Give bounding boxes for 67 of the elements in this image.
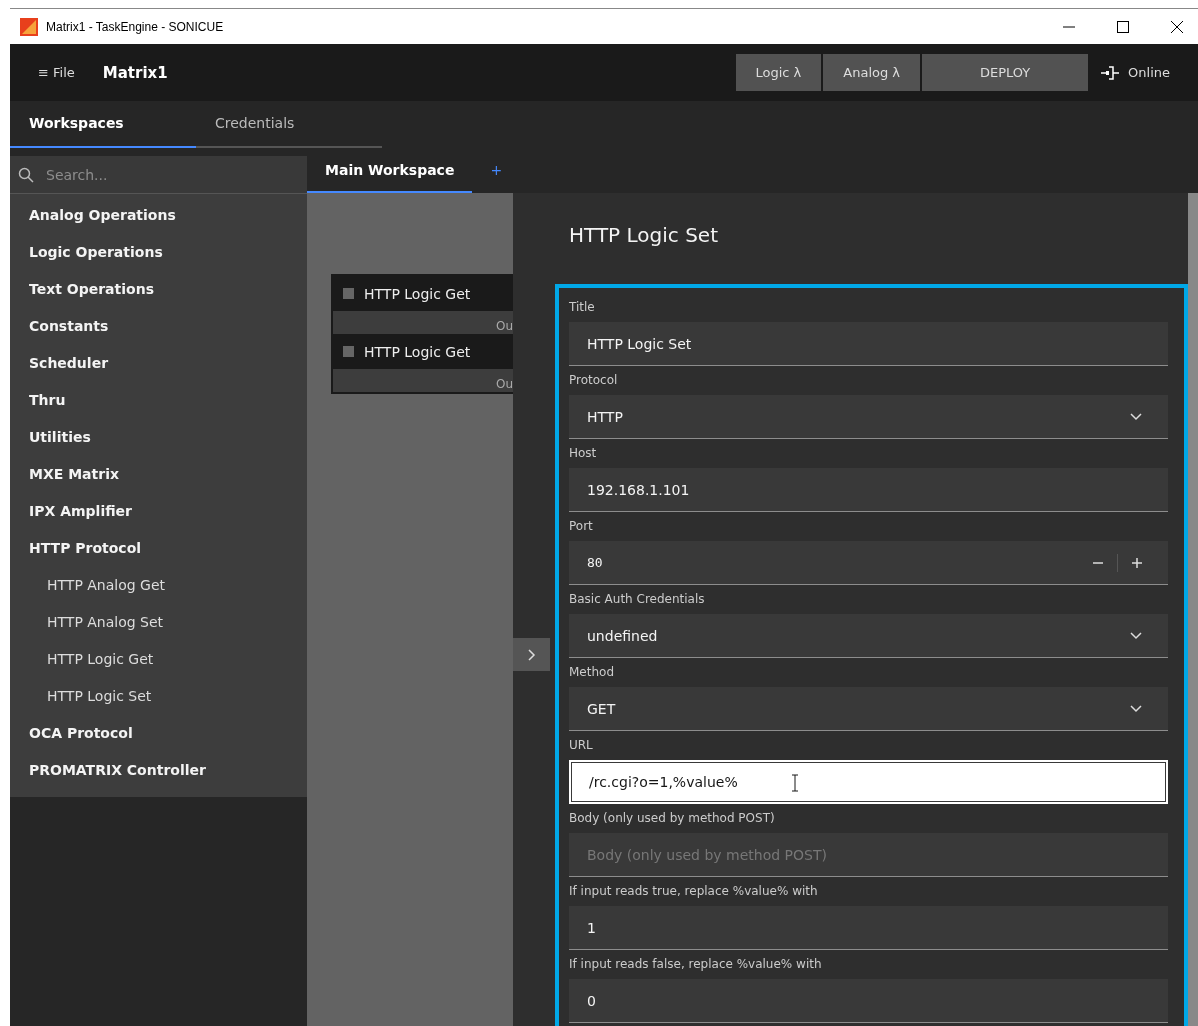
panel-title: HTTP Logic Set bbox=[569, 223, 719, 249]
category-item[interactable]: Utilities bbox=[10, 419, 307, 456]
category-item[interactable]: PROMATRIX Controller bbox=[10, 752, 307, 789]
port-label: Ou bbox=[495, 377, 513, 391]
node-type-item[interactable]: HTTP Analog Set bbox=[10, 604, 307, 641]
chevron-right-icon bbox=[527, 648, 536, 661]
category-item[interactable]: Text Operations bbox=[10, 271, 307, 308]
chevron-down-icon bbox=[1130, 631, 1142, 640]
node-type-item[interactable]: HTTP Logic Get bbox=[10, 641, 307, 678]
file-menu[interactable]: ≡ File bbox=[10, 65, 75, 80]
node-title: HTTP Logic Get bbox=[364, 343, 471, 360]
category-item[interactable]: Logic Operations bbox=[10, 234, 307, 271]
field-label: Title bbox=[569, 300, 596, 316]
category-item[interactable]: MXE Matrix bbox=[10, 456, 307, 493]
field-label: URL bbox=[569, 738, 594, 754]
expand-button[interactable] bbox=[513, 638, 550, 671]
field-label: Method bbox=[569, 665, 615, 681]
category-item[interactable]: Constants bbox=[10, 308, 307, 345]
tab[interactable]: Workspaces bbox=[10, 101, 196, 148]
field-label: Host bbox=[569, 446, 598, 462]
input-field[interactable]: HTTP Logic Set bbox=[569, 322, 1168, 366]
field-label: Basic Auth Credentials bbox=[569, 592, 706, 608]
workspace-tab[interactable]: + bbox=[472, 148, 521, 193]
chevron-down-icon bbox=[1130, 704, 1142, 713]
node-type-item[interactable]: HTTP Logic Set bbox=[10, 678, 307, 715]
category-item[interactable]: IPX Amplifier bbox=[10, 493, 307, 530]
node-type-item[interactable]: HTTP Analog Get bbox=[10, 567, 307, 604]
node-title: HTTP Logic Get bbox=[364, 285, 471, 302]
tab[interactable]: Credentials bbox=[196, 101, 382, 148]
maximize-icon[interactable] bbox=[1116, 19, 1130, 34]
connection-status: Online bbox=[1128, 65, 1170, 80]
toolbar-button[interactable]: Analog λ bbox=[823, 54, 921, 91]
search-icon bbox=[18, 166, 34, 183]
input-field[interactable]: 192.168.1.101 bbox=[569, 468, 1168, 512]
input-field[interactable]: 1 bbox=[569, 906, 1168, 950]
field-label: If input reads true, replace %value% with bbox=[569, 884, 819, 900]
category-item[interactable]: Thru bbox=[10, 382, 307, 419]
window-title: Matrix1 - TaskEngine - SONICUE bbox=[46, 19, 224, 34]
category-item[interactable]: HTTP Protocol bbox=[10, 530, 307, 567]
toolbar-button[interactable]: DEPLOY bbox=[922, 54, 1089, 91]
toolbar-button[interactable]: Logic λ bbox=[735, 54, 822, 91]
chevron-down-icon bbox=[1130, 412, 1142, 421]
field-label: Protocol bbox=[569, 373, 619, 389]
search-input[interactable]: Search... bbox=[44, 165, 288, 184]
plus-icon[interactable] bbox=[1132, 557, 1142, 568]
field-label: If input reads false, replace %value% with bbox=[569, 957, 823, 973]
scrollbar[interactable] bbox=[1188, 193, 1198, 1026]
category-item[interactable]: Scheduler bbox=[10, 345, 307, 382]
number-field[interactable]: 80 bbox=[569, 541, 1168, 585]
category-item[interactable]: OCA Protocol bbox=[10, 715, 307, 752]
port-label: Ou bbox=[495, 319, 513, 333]
field-label: Port bbox=[569, 519, 594, 535]
text-cursor-icon bbox=[791, 774, 799, 792]
square-icon bbox=[343, 346, 354, 357]
square-icon bbox=[343, 288, 354, 299]
dropdown[interactable]: undefined bbox=[569, 614, 1168, 658]
input-field[interactable]: /rc.cgi?o=1,%value% bbox=[569, 760, 1168, 804]
close-icon[interactable] bbox=[1170, 19, 1184, 34]
category-item[interactable]: Analog Operations bbox=[10, 197, 307, 234]
dropdown[interactable]: GET bbox=[569, 687, 1168, 731]
input-field[interactable]: 0 bbox=[569, 979, 1168, 1023]
node-card[interactable]: HTTP Logic Get Ou HTTP Logic Get Ou bbox=[331, 274, 513, 394]
project-name: Matrix1 bbox=[102, 63, 168, 82]
app-logo-icon bbox=[20, 17, 38, 36]
field-label: Body (only used by method POST) bbox=[569, 811, 776, 827]
dropdown[interactable]: HTTP bbox=[569, 395, 1168, 439]
search-field[interactable]: Search... bbox=[10, 156, 307, 194]
